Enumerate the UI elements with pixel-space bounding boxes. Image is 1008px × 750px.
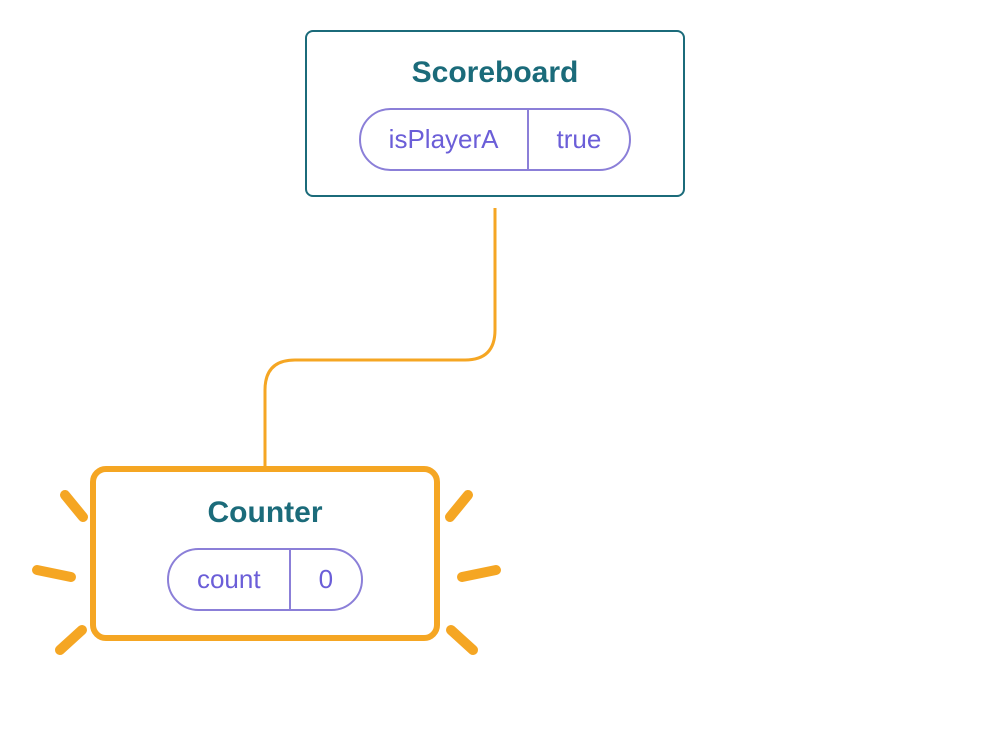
counter-node: Counter count 0 — [90, 466, 440, 641]
counter-state-pill: count 0 — [167, 548, 363, 611]
state-key: isPlayerA — [361, 110, 527, 169]
highlight-burst-right — [438, 475, 518, 695]
scoreboard-title: Scoreboard — [412, 56, 579, 90]
state-key: count — [169, 550, 289, 609]
state-value: 0 — [289, 550, 361, 609]
scoreboard-state-pill: isPlayerA true — [359, 108, 632, 171]
scoreboard-node: Scoreboard isPlayerA true — [305, 30, 685, 197]
state-value: true — [527, 110, 630, 169]
highlight-burst-left — [15, 475, 95, 695]
counter-title: Counter — [208, 496, 323, 530]
